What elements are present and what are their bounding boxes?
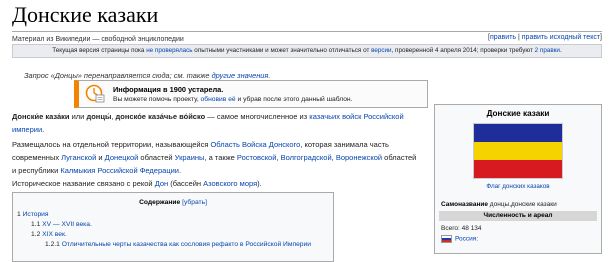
intro-bold-1: Донски́е каза́ки bbox=[12, 112, 70, 121]
rostov-link[interactable]: Ростовской bbox=[237, 153, 277, 162]
hatnote-text-1: Запрос «Донцы» перенаправляется сюда; см… bbox=[24, 71, 212, 80]
outdated-info-notice: Информация в 1900 устарела. Вы можете по… bbox=[74, 80, 428, 108]
title-divider bbox=[12, 31, 602, 32]
population-section-header: Численность и ареал bbox=[439, 211, 597, 221]
update-link[interactable]: обновив её bbox=[201, 96, 236, 103]
toc-item-link[interactable]: 1.2 XIX век. bbox=[31, 231, 67, 238]
notice-text-1: Вы можете помочь проекту, bbox=[113, 96, 201, 103]
toc-item[interactable]: 1 История bbox=[13, 210, 333, 220]
intro-text-3: — самое многочисленное из bbox=[205, 112, 310, 121]
p2-text-10: . bbox=[179, 166, 182, 175]
total-population: Всего: 48 134 bbox=[441, 225, 482, 232]
flag-stripe-middle bbox=[474, 141, 562, 160]
toc-item-label: История bbox=[22, 211, 49, 218]
outdated-clock-icon bbox=[85, 84, 105, 103]
voronezh-link[interactable]: Воронежской bbox=[336, 153, 382, 162]
self-name-label: Самоназвание bbox=[441, 201, 488, 208]
intro-bold-3: донско́е каза́чье во́йско bbox=[115, 112, 206, 121]
unreviewed-link[interactable]: не проверялась bbox=[146, 47, 192, 54]
p2-text-4: областей bbox=[138, 153, 175, 162]
intro-text-1: или bbox=[69, 112, 87, 121]
p3-text-2: (бассейн bbox=[168, 179, 204, 188]
p3-text-3: ). bbox=[257, 179, 262, 188]
russia-flag-icon bbox=[441, 235, 452, 243]
notice-text-2: и убрав после этого данный шаблон. bbox=[235, 96, 353, 103]
volgograd-link[interactable]: Волгоградской bbox=[281, 153, 332, 162]
country-row: Россия: bbox=[441, 235, 478, 243]
toc-item-link[interactable]: 1 История bbox=[17, 211, 49, 218]
notice-body: Вы можете помочь проекту, обновив её и у… bbox=[113, 96, 352, 103]
toc-item[interactable]: 1.2 XIX век. bbox=[13, 230, 333, 240]
table-of-contents: Содержание [убрать] 1 История 1.1 XV — X… bbox=[12, 192, 334, 262]
edit-source-link[interactable]: править исходный текст bbox=[522, 34, 600, 41]
intro-bold-2: донцы́ bbox=[86, 112, 112, 121]
toc-item-link[interactable]: 1.1 XV — XVII века. bbox=[31, 221, 92, 228]
toc-item-number: 1 bbox=[17, 211, 21, 218]
review-text-1: Текущая версия страницы пока bbox=[52, 47, 147, 54]
flag-stripe-top bbox=[474, 124, 562, 142]
toc-item-link[interactable]: 1.2.1 Отличительные черты казачества как… bbox=[45, 241, 311, 248]
toc-header: Содержание [убрать] bbox=[13, 199, 333, 206]
kalmykia-link[interactable]: Калмыкия bbox=[60, 166, 95, 175]
don-cossacks-flag[interactable] bbox=[473, 123, 563, 179]
edit-links-close-bracket: ] bbox=[600, 34, 602, 41]
country-suffix: : bbox=[476, 235, 479, 243]
territory-paragraph: Размещалось на отдельной территории, наз… bbox=[12, 138, 422, 177]
toc-item-label: XV — XVII века. bbox=[42, 221, 92, 228]
page-title: Донские казаки bbox=[12, 2, 159, 27]
page-subtitle: Материал из Википедии — свободной энцикл… bbox=[12, 36, 184, 43]
flag-stripe-bottom bbox=[474, 159, 562, 178]
toc-list: 1 История 1.1 XV — XVII века. 1.2 XIX ве… bbox=[13, 210, 333, 250]
pending-review-notice: Текущая версия страницы пока не проверял… bbox=[12, 44, 602, 58]
self-name-row: Самоназвание донцы,донские казаки bbox=[441, 201, 557, 208]
flag-caption-link[interactable]: Флаг донских казаков bbox=[435, 183, 601, 190]
russia-link[interactable]: Россия bbox=[455, 236, 476, 243]
notice-title: Информация в 1900 устарела. bbox=[113, 85, 224, 94]
toc-item-number: 1.2.1 bbox=[45, 241, 60, 248]
p3-text-1: Историческое название связано с рекой bbox=[12, 179, 155, 188]
p2-text-1: Размещалось на отдельной территории, наз… bbox=[12, 140, 211, 149]
toc-title: Содержание bbox=[139, 199, 181, 206]
ukraine-link[interactable]: Украины bbox=[175, 153, 205, 162]
don-host-oblast-link[interactable]: Область Войска Донского bbox=[210, 140, 300, 149]
infobox: Донские казаки Флаг донских казаков Само… bbox=[434, 104, 602, 254]
hatnote: Запрос «Донцы» перенаправляется сюда; см… bbox=[24, 71, 270, 80]
toc-item[interactable]: 1.1 XV — XVII века. bbox=[13, 220, 333, 230]
review-text-4: . bbox=[559, 47, 562, 54]
intro-paragraph: Донски́е каза́ки или донцы́, донско́е ка… bbox=[12, 110, 422, 136]
etymology-paragraph: Историческое название связано с рекой До… bbox=[12, 177, 422, 190]
don-river-link[interactable]: Дон bbox=[155, 179, 168, 188]
hatnote-text-2: . bbox=[268, 71, 271, 80]
luhansk-link[interactable]: Луганской bbox=[61, 153, 96, 162]
azov-sea-link[interactable]: Азовского моря bbox=[203, 179, 257, 188]
toc-item-number: 1.1 bbox=[31, 221, 41, 228]
other-meanings-link[interactable]: другие значения bbox=[212, 71, 269, 80]
p2-text-3: и bbox=[96, 153, 105, 162]
toc-item-label: XIX век. bbox=[42, 231, 67, 238]
edit-link[interactable]: править bbox=[490, 34, 516, 41]
infobox-title: Донские казаки bbox=[486, 109, 550, 118]
stable-version-link[interactable]: версии bbox=[371, 47, 391, 54]
p2-text-5: , а также bbox=[204, 153, 237, 162]
toc-item-number: 1.2 bbox=[31, 231, 41, 238]
pending-edits-link[interactable]: 2 правки bbox=[535, 47, 560, 54]
review-text-3: , проверенной 4 апреля 2014; проверки тр… bbox=[391, 47, 535, 54]
donetsk-link[interactable]: Донецкой bbox=[105, 153, 139, 162]
review-text-2: опытными участниками и может значительно… bbox=[192, 47, 372, 54]
self-name-value: донцы,донские казаки bbox=[488, 201, 557, 208]
intro-text-4: . bbox=[42, 125, 45, 134]
toc-toggle-link[interactable]: [убрать] bbox=[182, 199, 207, 206]
toc-item[interactable]: 1.2.1 Отличительные черты казачества как… bbox=[13, 240, 333, 250]
russian-federation-link[interactable]: Российской Федерации bbox=[97, 166, 179, 175]
toc-item-label: Отличительные черты казачества как сосло… bbox=[61, 241, 311, 248]
edit-links: [править | править исходный текст] bbox=[488, 34, 602, 41]
